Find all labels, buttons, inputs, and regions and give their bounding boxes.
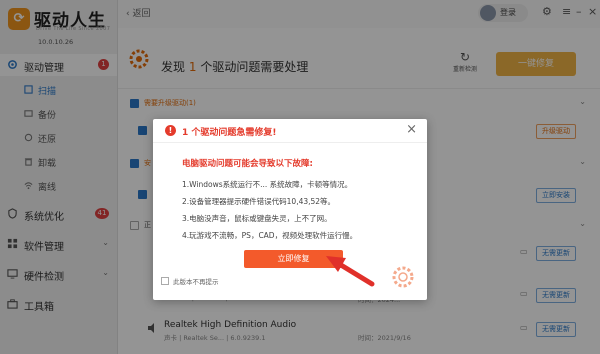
pointer-arrow-icon: [326, 256, 375, 287]
